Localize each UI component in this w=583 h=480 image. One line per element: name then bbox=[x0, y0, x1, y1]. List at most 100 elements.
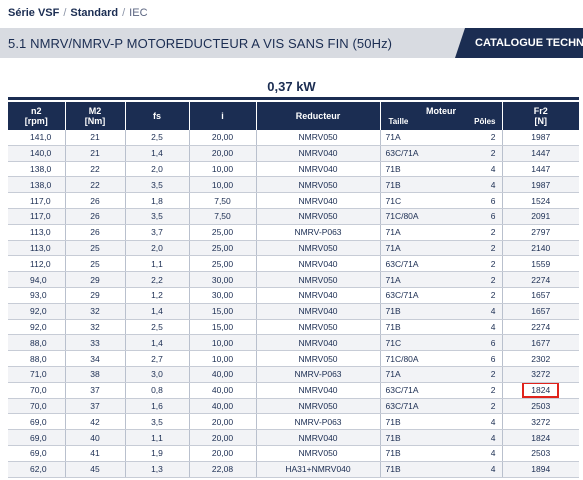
table-row: 88,0 33 1,4 10,00 NMRV040 71C 6 1677 bbox=[8, 334, 579, 352]
cell-n2: 62,0 bbox=[8, 461, 66, 478]
cell-i: 25,00 bbox=[189, 255, 257, 273]
cell-fr2: 1657 bbox=[502, 303, 579, 320]
moteur-label: Moteur bbox=[426, 106, 456, 116]
cell-n2: 92,0 bbox=[8, 303, 66, 320]
taille-label: Taille bbox=[388, 117, 409, 126]
cell-n2: 88,0 bbox=[8, 334, 66, 352]
cell-fs: 2,0 bbox=[125, 161, 190, 178]
col-header-n2: n2 [rpm] bbox=[8, 102, 66, 130]
fr2-value: 2797 bbox=[531, 227, 551, 238]
fr2-value: 1559 bbox=[531, 258, 551, 269]
cell-poles: 6 bbox=[450, 208, 503, 225]
cell-taille: 71A bbox=[380, 240, 450, 257]
cell-fs: 1,2 bbox=[125, 287, 190, 304]
cell-fs: 3,5 bbox=[125, 413, 190, 431]
col-header-reducteur: Reducteur bbox=[256, 102, 381, 130]
cell-fs: 1,4 bbox=[125, 334, 190, 352]
cell-reducteur: NMRV050 bbox=[256, 176, 381, 194]
cell-n2: 70,0 bbox=[8, 398, 66, 415]
cell-i: 40,00 bbox=[189, 366, 257, 383]
cell-fr2: 1677 bbox=[502, 334, 579, 352]
table-row: 117,0 26 3,5 7,50 NMRV050 71C/80A 6 2091 bbox=[8, 208, 579, 225]
cell-fr2: 1824 bbox=[502, 429, 579, 446]
cell-n2: 138,0 bbox=[8, 176, 66, 194]
cell-fs: 1,4 bbox=[125, 145, 190, 162]
cell-poles: 2 bbox=[450, 366, 503, 383]
cell-poles: 4 bbox=[450, 319, 503, 336]
table-row: 92,0 32 1,4 15,00 NMRV040 71B 4 1657 bbox=[8, 303, 579, 320]
table-row: 112,0 25 1,1 25,00 NMRV040 63C/71A 2 1559 bbox=[8, 255, 579, 273]
cell-fr2: 1824 bbox=[502, 382, 579, 399]
cell-i: 7,50 bbox=[189, 208, 257, 225]
cell-poles: 4 bbox=[450, 176, 503, 194]
cell-m2: 34 bbox=[65, 350, 126, 367]
cell-reducteur: NMRV040 bbox=[256, 429, 381, 446]
cell-i: 20,00 bbox=[189, 413, 257, 431]
cell-i: 10,00 bbox=[189, 334, 257, 352]
table-row: 70,0 37 0,8 40,00 NMRV040 63C/71A 2 1824 bbox=[8, 382, 579, 399]
cell-fs: 1,1 bbox=[125, 255, 190, 273]
cell-n2: 92,0 bbox=[8, 319, 66, 336]
cell-poles: 4 bbox=[450, 429, 503, 446]
cell-m2: 42 bbox=[65, 413, 126, 431]
fr2-value: 1987 bbox=[531, 179, 551, 190]
cell-m2: 45 bbox=[65, 461, 126, 478]
cell-reducteur: NMRV050 bbox=[256, 271, 381, 288]
cell-reducteur: NMRV040 bbox=[256, 334, 381, 352]
col-header-i: i bbox=[189, 102, 257, 130]
cell-n2: 113,0 bbox=[8, 224, 66, 241]
table-row: 69,0 40 1,1 20,00 NMRV040 71B 4 1824 bbox=[8, 429, 579, 446]
cell-taille: 71A bbox=[380, 366, 450, 383]
cell-fr2: 2274 bbox=[502, 319, 579, 336]
cell-taille: 71A bbox=[380, 271, 450, 288]
cell-i: 20,00 bbox=[189, 445, 257, 462]
cell-m2: 29 bbox=[65, 287, 126, 304]
cell-fs: 1,9 bbox=[125, 445, 190, 462]
cell-fs: 1,6 bbox=[125, 398, 190, 415]
cell-poles: 6 bbox=[450, 192, 503, 209]
cell-fs: 1,1 bbox=[125, 429, 190, 446]
cell-taille: 71C/80A bbox=[380, 208, 450, 225]
breadcrumb-series-link[interactable]: Série VSF bbox=[8, 7, 59, 19]
table-row: 138,0 22 3,5 10,00 NMRV050 71B 4 1987 bbox=[8, 176, 579, 194]
cell-reducteur: NMRV040 bbox=[256, 192, 381, 209]
fr2-value: 2503 bbox=[531, 400, 551, 411]
cell-fr2: 1987 bbox=[502, 176, 579, 194]
cell-poles: 4 bbox=[450, 303, 503, 320]
cell-n2: 113,0 bbox=[8, 240, 66, 257]
cell-poles: 4 bbox=[450, 461, 503, 478]
cell-m2: 37 bbox=[65, 382, 126, 399]
cell-poles: 2 bbox=[450, 240, 503, 257]
cell-reducteur: NMRV040 bbox=[256, 145, 381, 162]
cell-n2: 138,0 bbox=[8, 161, 66, 178]
cell-reducteur: NMRV050 bbox=[256, 130, 381, 146]
fr2-value: 3272 bbox=[531, 416, 551, 427]
fr2-value: 1657 bbox=[531, 306, 551, 317]
cell-reducteur: NMRV040 bbox=[256, 255, 381, 273]
cell-fr2: 2302 bbox=[502, 350, 579, 367]
col-header-fs: fs bbox=[125, 102, 190, 130]
table-row: 138,0 22 2,0 10,00 NMRV040 71B 4 1447 bbox=[8, 161, 579, 178]
breadcrumb-iec: IEC bbox=[129, 7, 148, 19]
catalogue-tab[interactable]: CATALOGUE TECHNIC bbox=[455, 28, 583, 58]
power-heading: 0,37 kW bbox=[267, 79, 316, 94]
fr2-value: 1824 bbox=[531, 432, 551, 443]
cell-fs: 1,3 bbox=[125, 461, 190, 478]
col-header-fr2: Fr2 [N] bbox=[502, 102, 579, 130]
cell-taille: 71C bbox=[380, 192, 450, 209]
cell-taille: 71B bbox=[380, 445, 450, 462]
cell-i: 15,00 bbox=[189, 319, 257, 336]
cell-poles: 2 bbox=[450, 224, 503, 241]
cell-reducteur: NMRV050 bbox=[256, 208, 381, 225]
breadcrumb-standard-link[interactable]: Standard bbox=[70, 7, 118, 19]
cell-fr2: 2503 bbox=[502, 398, 579, 415]
cell-fs: 1,8 bbox=[125, 192, 190, 209]
cell-m2: 26 bbox=[65, 208, 126, 225]
cell-m2: 25 bbox=[65, 255, 126, 273]
cell-taille: 71C/80A bbox=[380, 350, 450, 367]
cell-reducteur: HA31+NMRV040 bbox=[256, 461, 381, 478]
cell-m2: 21 bbox=[65, 145, 126, 162]
cell-m2: 26 bbox=[65, 192, 126, 209]
fr2-value: 1524 bbox=[531, 195, 551, 206]
cell-taille: 71B bbox=[380, 429, 450, 446]
